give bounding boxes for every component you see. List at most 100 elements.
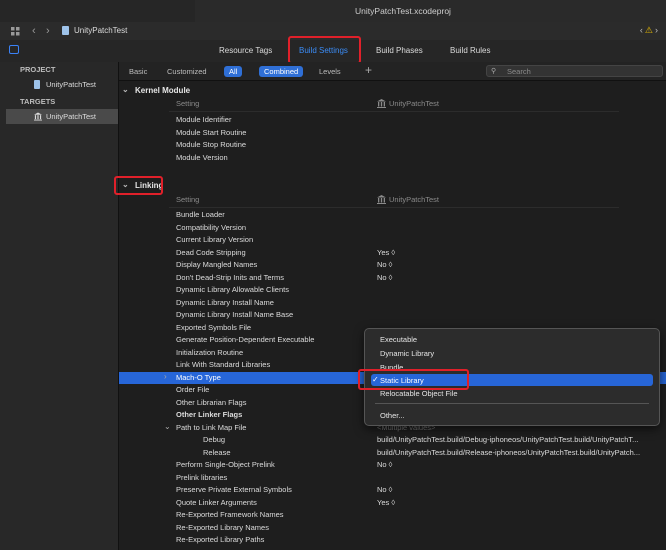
chevron-down-icon[interactable]: ⌄ — [164, 422, 171, 431]
sidebar-item-label: UnityPatchTest — [46, 80, 97, 89]
setting-name: Compatibility Version — [176, 222, 247, 232]
setting-value: Yes ◊ — [377, 497, 396, 507]
issue-navigation-controls[interactable]: ‹⚠› — [640, 25, 660, 36]
setting-name: Dynamic Library Install Name Base — [176, 310, 294, 319]
setting-value: No ◊ — [377, 260, 393, 269]
menu-separator — [375, 403, 649, 404]
linking-highlight-box — [114, 176, 163, 195]
table-row[interactable]: Bundle Loader — [119, 209, 666, 222]
tab-build-phases[interactable]: Build Phases — [376, 46, 423, 55]
setting-name: Order File — [176, 385, 210, 394]
setting-name: Path to Link Map File — [176, 422, 247, 432]
setting-value: Yes ◊ — [377, 247, 396, 257]
table-row[interactable]: Dynamic Library Allowable Clients — [119, 284, 666, 297]
target-building-icon — [377, 99, 386, 108]
sidebar-item-target[interactable]: UnityPatchTest — [6, 109, 118, 124]
window-title: UnityPatchTest.xcodeproj — [355, 6, 451, 16]
menu-item-dynamic-library[interactable]: Dynamic Library — [371, 347, 653, 359]
add-setting-plus-icon[interactable]: + — [365, 63, 372, 77]
table-row[interactable]: Release build/UnityPatchTest.build/Releas… — [119, 447, 666, 460]
setting-name: Re-Exported Library Names — [176, 522, 269, 532]
filter-basic[interactable]: Basic — [124, 66, 152, 77]
sidebar-item-project[interactable]: UnityPatchTest — [6, 77, 118, 92]
setting-value: No ◊ — [377, 272, 393, 282]
setting-name: Dynamic Library Allowable Clients — [176, 285, 289, 294]
kernel-module-section-header[interactable]: ⌄ Kernel Module — [119, 84, 666, 98]
filter-customized[interactable]: Customized — [162, 66, 212, 77]
project-file-icon — [62, 26, 69, 35]
setting-name: Don't Dead-Strip Inits and Terms — [176, 272, 285, 282]
related-items-grid-icon[interactable] — [11, 27, 20, 36]
divider — [169, 111, 619, 112]
table-row[interactable]: Debug build/UnityPatchTest.build/Debug-ip… — [119, 434, 666, 447]
tab-resource-tags[interactable]: Resource Tags — [219, 46, 272, 55]
table-row[interactable]: Dead Code Stripping Yes ◊ — [119, 247, 666, 260]
setting-name: Dynamic Library Install Name — [176, 297, 274, 307]
setting-name: Module Version — [176, 152, 228, 162]
setting-name: Initialization Routine — [176, 347, 244, 357]
divider — [169, 207, 619, 208]
chevron-down-icon: ⌄ — [122, 85, 129, 94]
static-library-highlight-box — [358, 369, 469, 390]
setting-value: build/UnityPatchTest.build/Release-iphon… — [377, 447, 641, 457]
setting-name: Link With Standard Libraries — [176, 360, 271, 369]
setting-name: Generate Position-Dependent Executable — [176, 335, 315, 344]
setting-name: Release — [203, 447, 231, 457]
table-row[interactable]: Prelink libraries — [119, 472, 666, 485]
table-row[interactable]: Re-Exported Library Names — [119, 522, 666, 535]
filter-levels[interactable]: Levels — [314, 66, 346, 77]
setting-name: Re-Exported Framework Names — [176, 510, 284, 519]
table-row[interactable]: Preserve Private External Symbols No ◊ — [119, 484, 666, 497]
table-row[interactable]: Compatibility Version — [119, 222, 666, 235]
window-titlebar: UnityPatchTest.xcodeproj — [0, 0, 666, 23]
setting-name: Debug — [203, 435, 226, 444]
table-row[interactable]: Re-Exported Framework Names — [119, 509, 666, 522]
sidebar-toggle-icon[interactable] — [9, 45, 19, 54]
menu-item-executable[interactable]: Executable — [371, 333, 653, 345]
table-row[interactable]: Perform Single-Object Prelink No ◊ — [119, 459, 666, 472]
table-row[interactable]: Display Mangled Names No ◊ — [119, 259, 666, 272]
setting-name: Other Librarian Flags — [176, 397, 247, 407]
setting-name: Re-Exported Library Paths — [176, 535, 265, 544]
setting-name: Bundle Loader — [176, 210, 225, 219]
build-settings-filter-bar: Basic Customized All Combined Levels + ⚲… — [119, 62, 666, 81]
setting-name: Preserve Private External Symbols — [176, 485, 292, 494]
table-row[interactable]: Dynamic Library Install Name — [119, 297, 666, 310]
menu-item-other[interactable]: Other... — [371, 409, 653, 421]
setting-name: Dead Code Stripping — [176, 247, 246, 257]
filter-combined[interactable]: Combined — [259, 66, 304, 77]
project-section-header: PROJECT — [20, 65, 56, 74]
chevron-right-icon[interactable]: › — [164, 372, 167, 381]
table-row[interactable]: Don't Dead-Strip Inits and Terms No ◊ — [119, 272, 666, 285]
table-row[interactable]: Current Library Version — [119, 234, 666, 247]
sidebar-item-label: UnityPatchTest — [46, 112, 97, 121]
back-arrow-icon[interactable]: ‹ — [32, 25, 36, 37]
column-setting-label: Setting — [176, 99, 200, 108]
build-settings-table: ⌄ Kernel Module Setting UnityPatchTest M… — [114, 81, 666, 550]
linking-column-header: Setting UnityPatchTest — [119, 194, 666, 207]
target-building-icon — [377, 195, 386, 204]
table-row[interactable]: Quote Linker Arguments Yes ◊ — [119, 497, 666, 510]
search-icon: ⚲ — [491, 68, 497, 75]
table-row[interactable]: Module Stop Routine — [119, 139, 666, 152]
project-targets-sidebar: PROJECT UnityPatchTest TARGETS UnityPatc… — [0, 62, 119, 550]
search-placeholder: Search — [507, 67, 531, 76]
setting-name: Display Mangled Names — [176, 260, 258, 269]
target-building-icon — [34, 112, 42, 121]
tab-build-rules[interactable]: Build Rules — [450, 46, 490, 55]
linking-section-header[interactable]: ⌄ Linking — [119, 179, 666, 193]
forward-arrow-icon[interactable]: › — [46, 25, 50, 37]
table-row[interactable]: Module Identifier — [119, 114, 666, 127]
table-row[interactable]: Re-Exported Library Paths — [119, 534, 666, 547]
column-setting-label: Setting — [176, 195, 200, 204]
table-row[interactable]: Module Version — [119, 152, 666, 165]
column-target-label: UnityPatchTest — [389, 195, 440, 204]
table-row[interactable]: Dynamic Library Install Name Base — [119, 309, 666, 322]
search-input[interactable]: ⚲ Search — [486, 65, 663, 77]
setting-name: Module Identifier — [176, 115, 232, 124]
targets-section-header: TARGETS — [20, 97, 56, 106]
filter-all[interactable]: All — [224, 66, 243, 77]
breadcrumb-project[interactable]: UnityPatchTest — [74, 26, 127, 35]
table-row[interactable]: Module Start Routine — [119, 127, 666, 140]
warning-icon: ⚠ — [644, 25, 655, 35]
